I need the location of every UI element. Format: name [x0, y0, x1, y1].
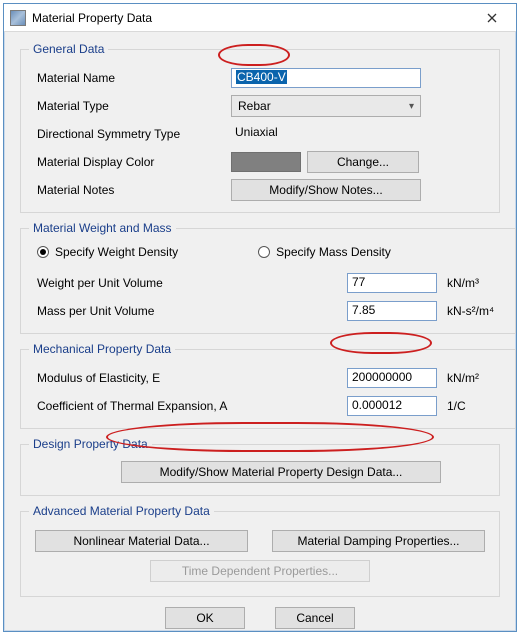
nonlinear-button[interactable]: Nonlinear Material Data... [35, 530, 248, 552]
radio-weight-density[interactable]: Specify Weight Density [37, 245, 178, 259]
unit-modulus: kN/m² [447, 371, 505, 385]
material-name-value: CB400-V [236, 70, 287, 84]
cancel-button[interactable]: Cancel [275, 607, 355, 629]
radio-mass-density[interactable]: Specify Mass Density [258, 245, 391, 259]
group-weight-legend: Material Weight and Mass [29, 221, 176, 235]
unit-thermal: 1/C [447, 399, 505, 413]
dialog-body: General Data Material Name CB400-V Mater… [4, 32, 516, 631]
group-general: General Data Material Name CB400-V Mater… [20, 42, 500, 213]
close-icon [487, 13, 497, 23]
ok-button[interactable]: OK [165, 607, 245, 629]
radio-dot-icon [37, 246, 49, 258]
group-advanced-legend: Advanced Material Property Data [29, 504, 214, 518]
mass-per-unit-input[interactable]: 7.85 [347, 301, 437, 321]
label-material-notes: Material Notes [31, 183, 231, 197]
group-design: Design Property Data Modify/Show Materia… [20, 437, 500, 496]
dialog-window: Material Property Data General Data Mate… [3, 3, 517, 632]
design-data-button[interactable]: Modify/Show Material Property Design Dat… [121, 461, 441, 483]
close-button[interactable] [472, 7, 512, 29]
radio-mass-density-label: Specify Mass Density [276, 245, 391, 259]
window-title: Material Property Data [32, 11, 472, 25]
radio-weight-density-label: Specify Weight Density [55, 245, 178, 259]
color-swatch [231, 152, 301, 172]
directional-symmetry-value: Uniaxial [231, 124, 421, 144]
label-weight-per-unit: Weight per Unit Volume [31, 276, 347, 290]
modulus-input[interactable]: 200000000 [347, 368, 437, 388]
material-name-input[interactable]: CB400-V [231, 68, 421, 88]
group-design-legend: Design Property Data [29, 437, 152, 451]
group-advanced: Advanced Material Property Data Nonlinea… [20, 504, 500, 597]
group-weight: Material Weight and Mass Specify Weight … [20, 221, 516, 334]
label-directional-symmetry: Directional Symmetry Type [31, 127, 231, 141]
app-icon [10, 10, 26, 26]
unit-mass: kN-s²/m⁴ [447, 304, 505, 318]
group-general-legend: General Data [29, 42, 108, 56]
weight-per-unit-input[interactable]: 77 [347, 273, 437, 293]
thermal-input[interactable]: 0.000012 [347, 396, 437, 416]
label-material-name: Material Name [31, 71, 231, 85]
material-type-value: Rebar [238, 99, 271, 113]
time-dependent-button: Time Dependent Properties... [150, 560, 370, 582]
material-type-combo[interactable]: Rebar ▾ [231, 95, 421, 117]
group-mech: Mechanical Property Data Modulus of Elas… [20, 342, 516, 429]
label-thermal: Coefficient of Thermal Expansion, A [31, 399, 347, 413]
unit-weight: kN/m³ [447, 276, 505, 290]
label-display-color: Material Display Color [31, 155, 231, 169]
label-mass-per-unit: Mass per Unit Volume [31, 304, 347, 318]
change-color-button[interactable]: Change... [307, 151, 419, 173]
chevron-down-icon: ▾ [409, 101, 414, 112]
modify-notes-button[interactable]: Modify/Show Notes... [231, 179, 421, 201]
group-mech-legend: Mechanical Property Data [29, 342, 175, 356]
radio-dot-icon [258, 246, 270, 258]
damping-button[interactable]: Material Damping Properties... [272, 530, 485, 552]
label-modulus: Modulus of Elasticity, E [31, 371, 347, 385]
titlebar: Material Property Data [4, 4, 516, 32]
label-material-type: Material Type [31, 99, 231, 113]
